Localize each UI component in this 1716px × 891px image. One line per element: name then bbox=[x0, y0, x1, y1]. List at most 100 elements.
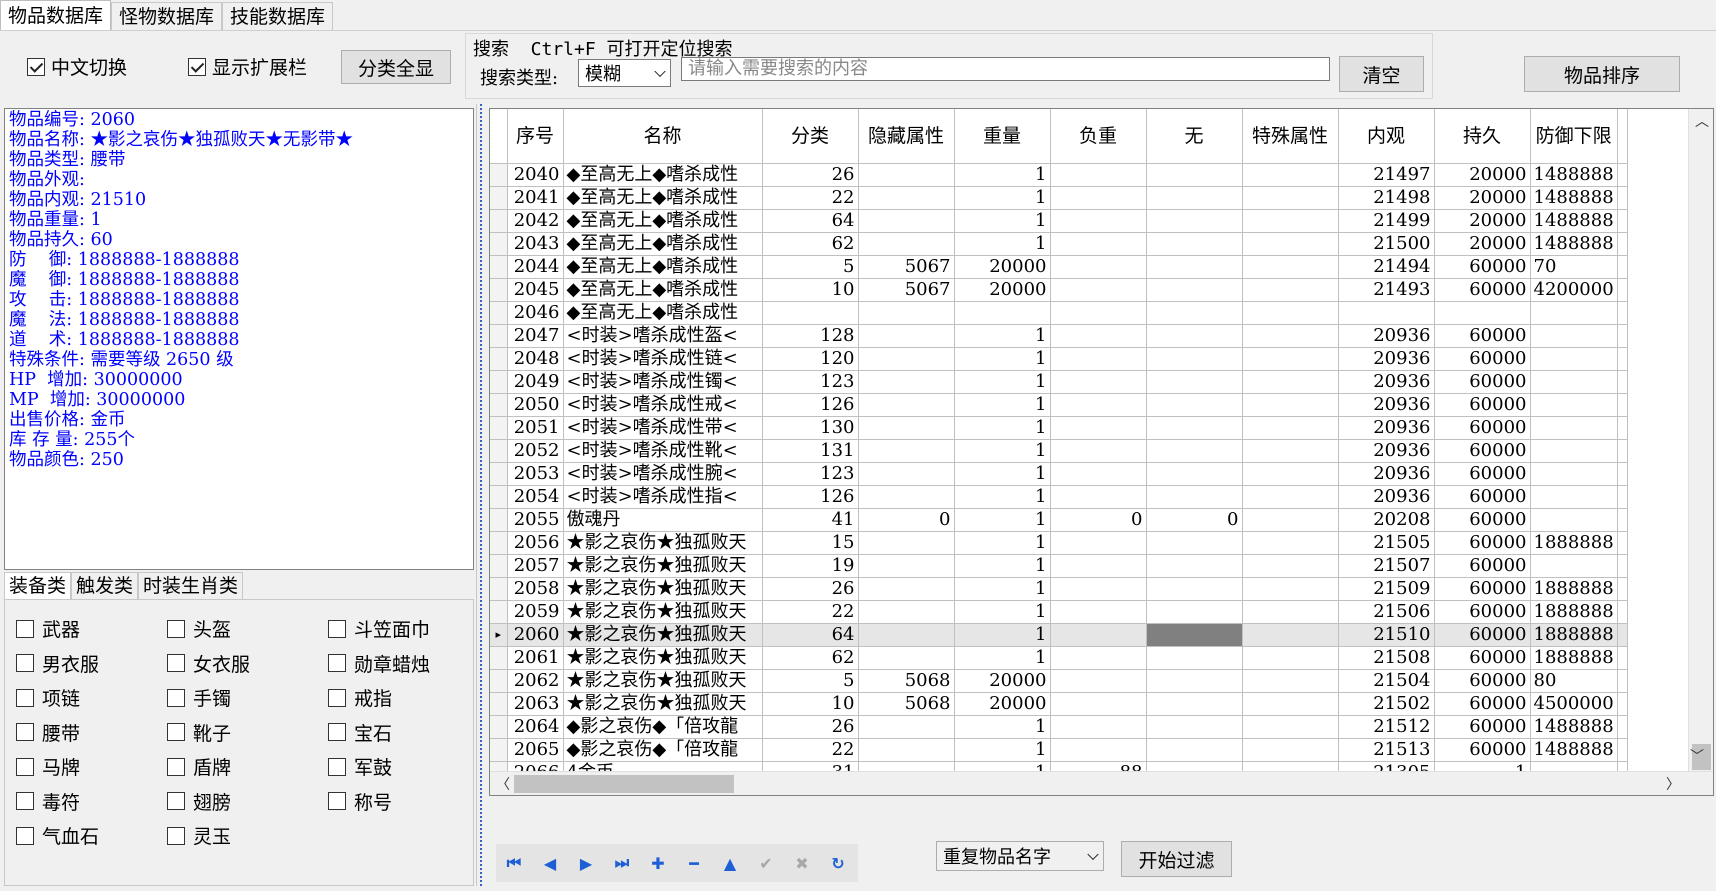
table-cell[interactable]: 19 bbox=[762, 554, 859, 578]
table-cell[interactable]: 21507 bbox=[1338, 554, 1435, 578]
table-cell[interactable]: 20000 bbox=[954, 278, 1051, 302]
category-checkbox[interactable]: 腰带 bbox=[16, 719, 80, 746]
table-cell[interactable] bbox=[1050, 692, 1147, 716]
checkbox-box[interactable] bbox=[16, 757, 34, 776]
table-cell[interactable]: 21512 bbox=[1338, 715, 1435, 739]
column-header[interactable]: 重量 bbox=[954, 109, 1051, 164]
table-cell[interactable] bbox=[1242, 301, 1339, 325]
table-cell[interactable] bbox=[1242, 163, 1339, 187]
table-row[interactable]: 2047 <时装>嗜杀成性盔< 128 1 20936 60000 bbox=[490, 324, 1628, 348]
table-cell[interactable]: 60000 bbox=[1434, 393, 1531, 417]
table-cell[interactable] bbox=[1146, 209, 1243, 233]
table-cell[interactable] bbox=[858, 715, 955, 739]
row-indicator[interactable] bbox=[490, 163, 508, 187]
table-cell[interactable] bbox=[1242, 715, 1339, 739]
table-cell[interactable] bbox=[1050, 554, 1147, 578]
table-cell[interactable]: 2058 bbox=[507, 577, 564, 601]
table-cell[interactable] bbox=[858, 554, 955, 578]
table-cell[interactable] bbox=[1530, 416, 1618, 440]
checkbox-box[interactable] bbox=[16, 654, 34, 672]
column-header[interactable]: 防御下限 bbox=[1530, 109, 1618, 164]
table-cell[interactable]: 60000 bbox=[1434, 324, 1531, 348]
category-checkbox[interactable]: 气血石 bbox=[16, 822, 99, 849]
table-cell[interactable] bbox=[1050, 669, 1147, 693]
table-cell[interactable] bbox=[1146, 163, 1243, 187]
table-cell[interactable]: 20000 bbox=[1434, 163, 1531, 187]
table-row[interactable]: 2041 ◆至高无上◆嗜杀成性 22 1 21498 20000 1488888 bbox=[490, 186, 1628, 210]
row-indicator[interactable] bbox=[490, 324, 508, 348]
table-cell[interactable] bbox=[1242, 623, 1339, 647]
table-cell[interactable] bbox=[858, 646, 955, 670]
table-cell[interactable] bbox=[858, 600, 955, 624]
cancel-edit-icon[interactable]: ✖ bbox=[784, 846, 820, 880]
table-cell[interactable]: 2055 bbox=[507, 508, 564, 532]
table-row[interactable]: 2048 <时装>嗜杀成性链< 120 1 20936 60000 bbox=[490, 347, 1628, 371]
table-cell[interactable]: 2041 bbox=[507, 186, 564, 210]
row-indicator[interactable] bbox=[490, 347, 508, 371]
table-cell[interactable] bbox=[1050, 738, 1147, 762]
table-cell[interactable]: 80 bbox=[1530, 669, 1618, 693]
table-cell[interactable]: 22 bbox=[762, 186, 859, 210]
table-cell[interactable]: 20936 bbox=[1338, 462, 1435, 486]
table-cell[interactable]: 2047 bbox=[507, 324, 564, 348]
table-cell[interactable] bbox=[858, 163, 955, 187]
table-cell[interactable] bbox=[1146, 301, 1243, 325]
category-checkbox[interactable]: 靴子 bbox=[167, 719, 231, 746]
table-cell[interactable] bbox=[1146, 577, 1243, 601]
table-cell[interactable]: 10 bbox=[762, 278, 859, 302]
scroll-up-icon[interactable]: ︿ bbox=[1695, 111, 1709, 131]
table-cell[interactable] bbox=[858, 462, 955, 486]
vertical-scrollbar[interactable]: ︿ bbox=[1688, 109, 1713, 772]
table-cell[interactable]: 2045 bbox=[507, 278, 564, 302]
tab-fashion-zodiac[interactable]: 时装生肖类 bbox=[138, 572, 244, 599]
table-row[interactable]: 2064 ◆影之哀伤◆「倍攻龍 26 1 21512 60000 1488888 bbox=[490, 715, 1628, 739]
category-checkbox[interactable]: 男衣服 bbox=[16, 650, 99, 677]
row-indicator[interactable] bbox=[490, 278, 508, 302]
category-checkbox[interactable]: 斗笠面巾 bbox=[328, 615, 430, 642]
table-cell[interactable] bbox=[1242, 186, 1339, 210]
table-row[interactable]: 2050 <时装>嗜杀成性戒< 126 1 20936 60000 bbox=[490, 393, 1628, 417]
table-cell[interactable]: 1 bbox=[954, 508, 1051, 532]
table-cell[interactable] bbox=[1242, 209, 1339, 233]
table-row[interactable]: 2063 ★影之哀伤★独孤败天 10 5068 20000 21502 60000 45000… bbox=[490, 692, 1628, 716]
table-cell[interactable]: 20000 bbox=[1434, 209, 1531, 233]
table-cell[interactable]: 64 bbox=[762, 209, 859, 233]
checkbox-box[interactable] bbox=[27, 57, 45, 76]
row-indicator[interactable] bbox=[490, 462, 508, 486]
table-cell[interactable]: 60000 bbox=[1434, 508, 1531, 532]
category-checkbox[interactable]: 项链 bbox=[16, 684, 80, 711]
table-cell[interactable] bbox=[1050, 715, 1147, 739]
delete-record-icon[interactable]: ━ bbox=[676, 846, 712, 880]
table-cell[interactable]: ★影之哀伤★独孤败天 bbox=[563, 600, 763, 624]
table-cell[interactable]: 5 bbox=[762, 669, 859, 693]
table-cell[interactable]: 2043 bbox=[507, 232, 564, 256]
table-cell[interactable]: ★影之哀伤★独孤败天 bbox=[563, 531, 763, 555]
table-cell[interactable] bbox=[1146, 324, 1243, 348]
table-cell[interactable]: ★影之哀伤★独孤败天 bbox=[563, 692, 763, 716]
table-cell[interactable] bbox=[1530, 370, 1618, 394]
table-cell[interactable]: 2060 bbox=[507, 623, 564, 647]
table-cell[interactable] bbox=[1242, 324, 1339, 348]
table-cell[interactable]: 2065 bbox=[507, 738, 564, 762]
table-cell[interactable] bbox=[1146, 462, 1243, 486]
table-cell[interactable]: 1888888 bbox=[1530, 600, 1618, 624]
table-cell[interactable]: 21506 bbox=[1338, 600, 1435, 624]
table-cell[interactable] bbox=[1242, 416, 1339, 440]
table-cell[interactable] bbox=[1050, 301, 1147, 325]
checkbox-box[interactable] bbox=[167, 792, 185, 810]
category-checkbox[interactable]: 灵玉 bbox=[167, 822, 231, 849]
column-header[interactable]: 名称 bbox=[563, 109, 763, 164]
table-cell[interactable]: 41 bbox=[762, 508, 859, 532]
table-cell[interactable]: 60000 bbox=[1434, 278, 1531, 302]
table-cell[interactable] bbox=[1146, 439, 1243, 463]
table-cell[interactable]: 60000 bbox=[1434, 485, 1531, 509]
table-cell[interactable]: 60000 bbox=[1434, 623, 1531, 647]
table-row[interactable]: 2059 ★影之哀伤★独孤败天 22 1 21506 60000 1888888 bbox=[490, 600, 1628, 624]
prior-record-icon[interactable]: ◀ bbox=[532, 846, 568, 880]
table-cell[interactable]: <时装>嗜杀成性带< bbox=[563, 416, 763, 440]
table-cell[interactable] bbox=[1146, 554, 1243, 578]
table-cell[interactable]: 20936 bbox=[1338, 370, 1435, 394]
table-cell[interactable]: 5068 bbox=[858, 692, 955, 716]
table-cell[interactable] bbox=[858, 577, 955, 601]
table-cell[interactable]: <时装>嗜杀成性盔< bbox=[563, 324, 763, 348]
